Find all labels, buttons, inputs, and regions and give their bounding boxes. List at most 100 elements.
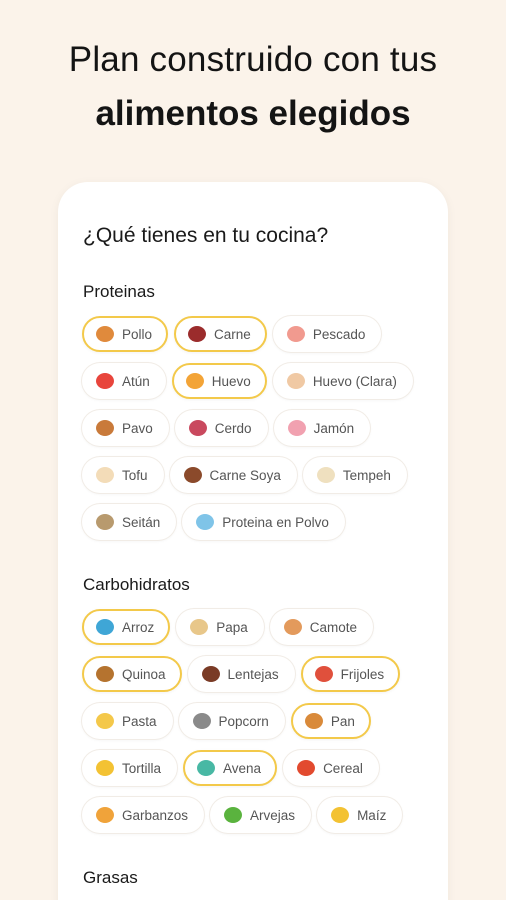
ham-icon — [287, 420, 306, 436]
food-chip[interactable]: Arroz — [82, 609, 171, 645]
food-chip[interactable]: Huevo (Clara) — [272, 363, 413, 399]
food-chip[interactable]: Camote — [269, 609, 374, 645]
pasta-icon — [96, 713, 114, 729]
food-chip-label: Garbanzos — [122, 807, 189, 823]
potato-icon — [190, 619, 209, 635]
food-chip[interactable]: Cereal — [283, 750, 379, 786]
food-chip-label: Lentejas — [227, 666, 279, 682]
headline: Plan construido con tus alimentos elegid… — [0, 40, 506, 134]
food-chip[interactable]: Avena — [183, 750, 278, 786]
food-chip[interactable]: Cerdo — [174, 410, 268, 446]
egg-white-icon — [286, 373, 305, 389]
food-chip[interactable]: Pollo — [82, 316, 169, 352]
food-chip-label: Tofu — [122, 467, 148, 483]
food-chip-label: Pollo — [122, 326, 153, 342]
food-chip[interactable]: Arvejas — [210, 797, 312, 833]
food-chip-label: Tempeh — [342, 467, 391, 483]
food-chip-label: Arvejas — [250, 807, 296, 823]
food-chip-label: Tortilla — [122, 760, 162, 776]
food-chip-label: Pescado — [312, 326, 366, 342]
food-chip-label: Maíz — [357, 807, 387, 823]
section-title: Proteinas — [83, 282, 155, 301]
seitan-icon — [96, 514, 114, 530]
food-chip-label: Atún — [122, 373, 150, 389]
food-chip[interactable]: Tempeh — [302, 457, 407, 493]
food-chip-label: Cerdo — [214, 420, 252, 436]
chicken-leg-icon — [96, 326, 114, 342]
food-chip-label: Arroz — [122, 619, 155, 635]
food-chip[interactable]: Papa — [176, 609, 264, 645]
food-chip-label: Huevo (Clara) — [312, 373, 397, 389]
food-chip[interactable]: Quinoa — [82, 656, 182, 692]
food-chip[interactable]: Garbanzos — [82, 797, 205, 833]
chickpeas-icon — [96, 807, 114, 823]
food-chip[interactable]: Proteina en Polvo — [182, 504, 345, 540]
lentils-icon — [201, 666, 220, 682]
bread-icon — [304, 713, 323, 729]
corn-icon — [331, 807, 350, 823]
food-chip[interactable]: Huevo — [171, 363, 267, 399]
chip-list: Arroz Papa Camote Quinoa Lentejas Frijoles Pas… — [82, 609, 442, 844]
beans-icon — [314, 666, 333, 682]
food-chip[interactable]: Popcorn — [178, 703, 285, 739]
tuna-can-icon — [96, 373, 114, 389]
food-chip[interactable]: Jamón — [273, 410, 371, 446]
food-chip-label: Quinoa — [122, 666, 166, 682]
section-proteinas: Proteinas Pollo Carne Pescado Atún Huevo Huevo… — [82, 282, 448, 551]
oatmeal-bowl-icon — [197, 760, 216, 776]
food-chip-label: Huevo — [211, 373, 251, 389]
steak-icon — [188, 326, 207, 342]
food-chip[interactable]: Seitán — [82, 504, 177, 540]
tofu-icon — [96, 467, 114, 483]
food-chip-label: Pasta — [122, 713, 157, 729]
headline-line-1: Plan construido con tus — [68, 40, 438, 79]
food-chip[interactable]: Carne Soya — [169, 457, 297, 493]
section-title: Grasas — [83, 868, 138, 887]
egg-icon — [185, 373, 204, 389]
soy-meat-icon — [183, 467, 202, 483]
food-chip-label: Pan — [330, 713, 355, 729]
food-chip-label: Jamón — [313, 420, 355, 436]
rice-bowl-icon — [96, 619, 114, 635]
section-grasas: Grasas — [82, 868, 448, 900]
cereal-box-icon — [297, 760, 316, 776]
food-chip-label: Carne — [214, 326, 251, 342]
food-chip[interactable]: Pasta — [82, 703, 173, 739]
section-title: Carbohidratos — [83, 575, 190, 594]
popcorn-icon — [192, 713, 211, 729]
headline-line-2: alimentos elegidos — [95, 94, 411, 133]
quinoa-icon — [96, 666, 114, 682]
food-chip-label: Papa — [216, 619, 248, 635]
food-chip[interactable]: Pavo — [82, 410, 169, 446]
card-title: ¿Qué tienes en tu cocina? — [83, 224, 329, 247]
chip-list: Pollo Carne Pescado Atún Huevo Huevo (Clara) P… — [82, 316, 442, 551]
food-chip[interactable]: Carne — [174, 316, 267, 352]
sweet-potato-icon — [283, 619, 302, 635]
food-chip[interactable]: Pan — [290, 703, 371, 739]
tortilla-icon — [96, 760, 114, 776]
tempeh-icon — [316, 467, 335, 483]
peas-icon — [224, 807, 243, 823]
pork-icon — [188, 420, 207, 436]
food-chip-label: Pavo — [122, 420, 153, 436]
food-chip-label: Cereal — [323, 760, 363, 776]
food-chip[interactable]: Frijoles — [300, 656, 401, 692]
food-chip-label: Seitán — [122, 514, 161, 530]
food-chip[interactable]: Maíz — [317, 797, 403, 833]
turkey-icon — [96, 420, 114, 436]
food-chip[interactable]: Tortilla — [82, 750, 178, 786]
food-chip-label: Camote — [309, 619, 358, 635]
food-chip-label: Carne Soya — [209, 467, 281, 483]
food-chip[interactable]: Pescado — [272, 316, 382, 352]
food-chip-label: Avena — [223, 760, 262, 776]
food-chip[interactable]: Lentejas — [187, 656, 295, 692]
protein-shaker-icon — [196, 514, 215, 530]
food-chip-label: Frijoles — [340, 666, 385, 682]
food-chip[interactable]: Tofu — [82, 457, 164, 493]
food-selection-card: ¿Qué tienes en tu cocina? Proteinas Pollo… — [58, 182, 448, 900]
food-chip-label: Popcorn — [218, 713, 269, 729]
fish-icon — [286, 326, 305, 342]
food-chip-label: Proteina en Polvo — [222, 514, 329, 530]
section-carbohidratos: Carbohidratos Arroz Papa Camote Quinoa Lentej… — [82, 575, 448, 844]
food-chip[interactable]: Atún — [82, 363, 166, 399]
